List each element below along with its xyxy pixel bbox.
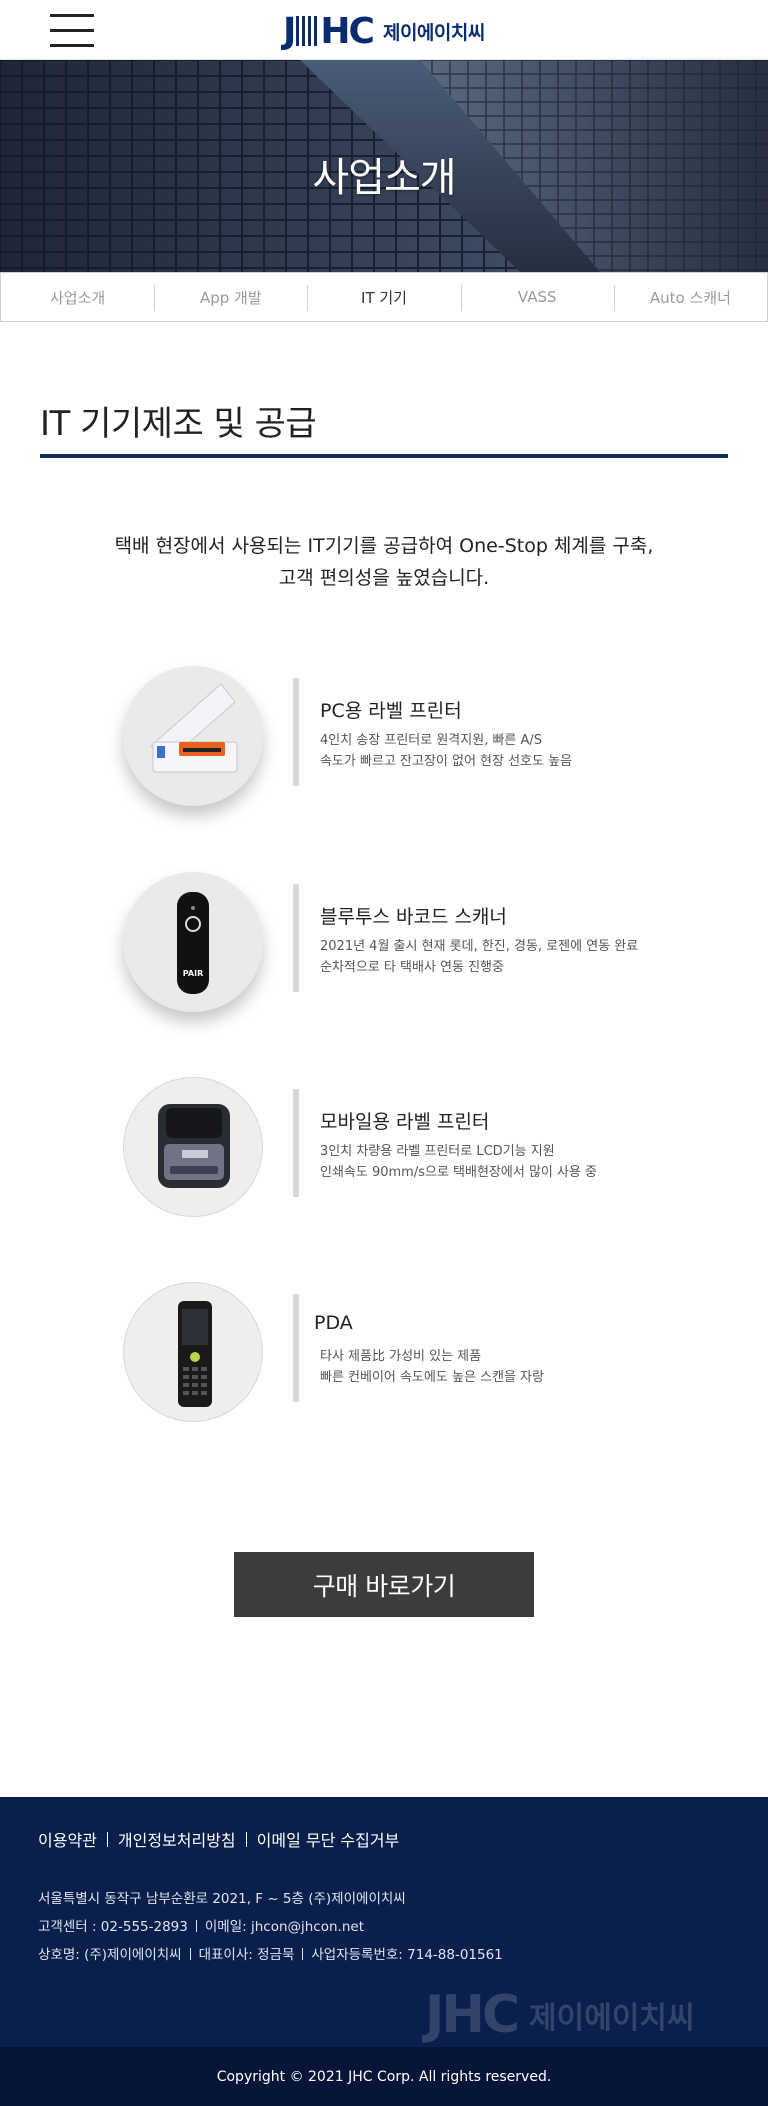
company-address: 서울특별시 동작구 남부순환로 2021, F ~ 5층 (주)제이에이치씨	[38, 1891, 406, 1907]
product-item: 모바일용 라벨 프린터 3인치 차량용 라벨 프린터로 LCD기능 지원 인쇄속…	[0, 1077, 768, 1227]
terms-link[interactable]: 이용약관	[38, 1827, 97, 1851]
email-refusal-link[interactable]: 이메일 무단 수집거부	[257, 1827, 400, 1851]
mobile-printer-icon	[123, 1077, 263, 1217]
product-description: 3인치 차량용 라벨 프린터로 LCD기능 지원 인쇄속도 90mm/s으로 택…	[320, 1144, 598, 1180]
page-title: IT 기기제조 및 공급	[40, 404, 317, 444]
accent-bar	[293, 1089, 299, 1197]
hamburger-menu-icon[interactable]	[50, 14, 94, 48]
intro-line-1: 택배 현장에서 사용되는 IT기기를 공급하여 One-Stop 체계를 구축,	[114, 535, 654, 557]
product-description: 2021년 4월 출시 현재 롯데, 한진, 경동, 로젠에 연동 완료 순차적…	[320, 939, 639, 975]
product-description: 4인치 송장 프린터로 원격지원, 빠른 A/S 속도가 빠르고 잔고장이 없어…	[320, 733, 573, 769]
ceo-name: 대표이사: 정금묵	[198, 1947, 295, 1963]
product-item: PC용 라벨 프린터 4인치 송장 프린터로 원격지원, 빠른 A/S 속도가 …	[0, 666, 768, 816]
product-description: 타사 제품比 가성비 있는 제품 빠른 컨베이어 속도에도 높은 스캔을 자랑	[320, 1349, 544, 1385]
site-header: J HC 제이에이치씨	[0, 0, 768, 60]
contact-line: 고객센터 : 02-555-2893 이메일: jhcon@jhcon.net	[38, 1913, 503, 1941]
product-name: 블루투스 바코드 스캐너	[320, 906, 507, 928]
logo-text: 제이에이치씨	[382, 21, 485, 44]
pair-label: PAIR	[183, 969, 203, 978]
pda-icon	[123, 1282, 263, 1422]
label-printer-icon	[123, 666, 263, 806]
company-name: 상호명: (주)제이에이치씨	[38, 1947, 182, 1963]
business-line: 상호명: (주)제이에이치씨 대표이사: 정금묵 사업자등록번호: 714-88-0…	[38, 1941, 503, 1969]
site-footer: 이용약관 개인정보처리방침 이메일 무단 수집거부 서울특별시 동작구 남부순환…	[0, 1797, 768, 2047]
intro-line-2: 고객 편의성을 높였습니다.	[278, 567, 490, 589]
logo-mark: J HC	[283, 10, 375, 52]
buy-now-button[interactable]: 구매 바로가기	[234, 1552, 534, 1617]
copyright: Copyright © 2021 JHC Corp. All rights re…	[0, 2047, 768, 2106]
accent-bar	[293, 1294, 299, 1402]
footer-links: 이용약관 개인정보처리방침 이메일 무단 수집거부	[38, 1827, 399, 1851]
business-number: 사업자등록번호: 714-88-01561	[311, 1947, 503, 1963]
tab-it-devices[interactable]: IT 기기	[307, 273, 460, 321]
barcode-scanner-icon: PAIR	[123, 872, 263, 1012]
product-name: PC용 라벨 프린터	[320, 700, 462, 722]
tab-business-intro[interactable]: 사업소개	[1, 273, 154, 321]
tab-auto-scanner[interactable]: Auto 스캐너	[613, 273, 767, 321]
accent-bar	[293, 884, 299, 992]
site-logo[interactable]: J HC 제이에이치씨	[283, 10, 485, 52]
title-divider	[40, 454, 728, 458]
privacy-policy-link[interactable]: 개인정보처리방침	[118, 1827, 236, 1851]
hero-title: 사업소개	[312, 155, 456, 201]
product-item: PDA 타사 제품比 가성비 있는 제품 빠른 컨베이어 속도에도 높은 스캔을…	[0, 1282, 768, 1432]
customer-email: 이메일: jhcon@jhcon.net	[204, 1919, 364, 1935]
accent-bar	[293, 678, 299, 786]
product-item: PAIR 블루투스 바코드 스캐너 2021년 4월 출시 현재 롯데, 한진,…	[0, 872, 768, 1022]
tab-app-development[interactable]: App 개발	[154, 273, 307, 321]
hero-banner: 사업소개	[0, 60, 768, 272]
company-info: 서울특별시 동작구 남부순환로 2021, F ~ 5층 (주)제이에이치씨 고…	[38, 1885, 503, 1969]
product-name: 모바일용 라벨 프린터	[320, 1111, 490, 1133]
section-tabs: 사업소개 App 개발 IT 기기 VASS Auto 스캐너	[0, 272, 768, 322]
customer-phone: 고객센터 : 02-555-2893	[38, 1919, 188, 1935]
tab-vass[interactable]: VASS	[460, 273, 614, 321]
intro-text: 택배 현장에서 사용되는 IT기기를 공급하여 One-Stop 체계를 구축,…	[0, 530, 768, 594]
footer-logo: JHC 제이에이치씨	[425, 1985, 695, 2045]
product-name: PDA	[314, 1312, 353, 1334]
